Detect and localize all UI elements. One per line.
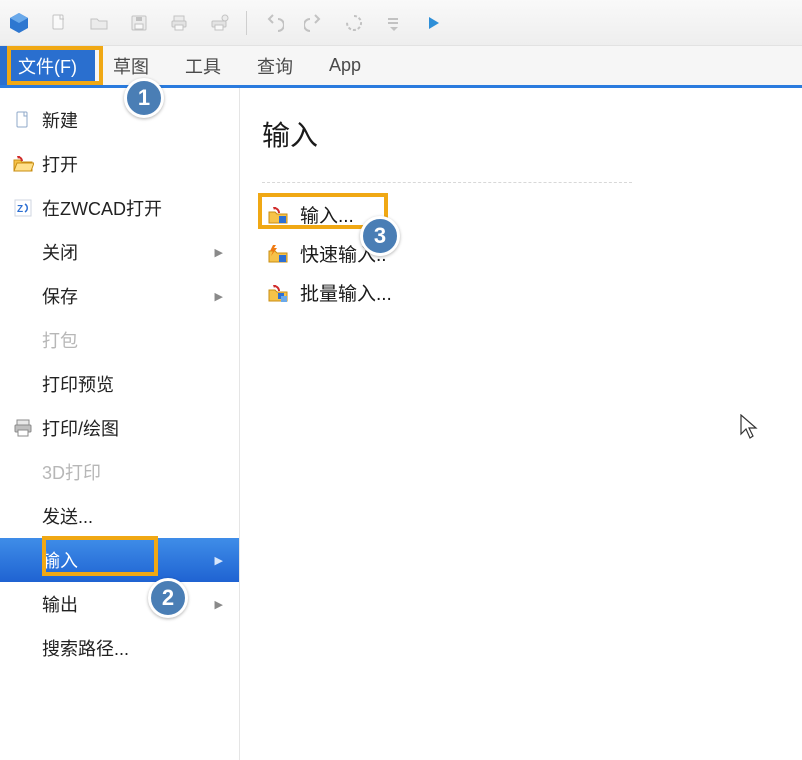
print-icon[interactable] <box>166 10 192 36</box>
main-area: 新建 打开 Z 在ZWCAD打开 关闭 ▶ 保存 ▶ 打包 打印预览 <box>0 88 802 760</box>
menu-sketch-label: 草图 <box>113 53 149 79</box>
annotation-badge: 2 <box>148 578 188 618</box>
sidebar-item-save[interactable]: 保存 ▶ <box>0 274 239 318</box>
print-setup-icon[interactable] <box>206 10 232 36</box>
save-icon[interactable] <box>126 10 152 36</box>
menu-query[interactable]: 查询 <box>239 46 311 85</box>
refresh-icon[interactable] <box>341 10 367 36</box>
import-icon <box>266 203 290 227</box>
submenu-panel: 输入 输入... 快速输入.. 批量输入... 3 <box>240 88 802 760</box>
svg-text:Z: Z <box>17 204 23 215</box>
sidebar-item-new[interactable]: 新建 <box>0 98 239 142</box>
toolbar-separator <box>246 11 247 35</box>
sidebar-item-import[interactable]: 输入 ▶ <box>0 538 239 582</box>
sidebar-item-label: 打包 <box>42 327 78 353</box>
sidebar-item-pack: 打包 <box>0 318 239 362</box>
sidebar-item-search-path[interactable]: 搜索路径... <box>0 626 239 670</box>
redo-icon[interactable] <box>301 10 327 36</box>
menu-file-label: 文件(F) <box>18 53 77 79</box>
badge-number: 2 <box>162 585 174 611</box>
panel-title: 输入 <box>262 114 780 154</box>
sidebar-item-label: 保存 <box>42 283 78 309</box>
sidebar-item-label: 输出 <box>42 591 78 617</box>
menu-tools[interactable]: 工具 <box>167 46 239 85</box>
sidebar-item-export[interactable]: 输出 ▶ <box>0 582 239 626</box>
zwcad-icon: Z <box>12 197 34 219</box>
sidebar-item-3d-print: 3D打印 <box>0 450 239 494</box>
sidebar-item-print-preview[interactable]: 打印预览 <box>0 362 239 406</box>
mouse-cursor-icon <box>740 414 760 440</box>
annotation-badge: 1 <box>124 78 164 118</box>
cmd-import[interactable]: 输入... <box>262 195 780 234</box>
chevron-right-icon: ▶ <box>215 554 223 567</box>
sidebar-item-close[interactable]: 关闭 ▶ <box>0 230 239 274</box>
quick-import-icon <box>266 242 290 266</box>
menu-file[interactable]: 文件(F) <box>0 46 95 85</box>
chevron-right-icon: ▶ <box>215 598 223 611</box>
sidebar-item-label: 搜索路径... <box>42 635 129 661</box>
new-icon[interactable] <box>46 10 72 36</box>
sidebar-item-label: 打开 <box>42 151 78 177</box>
menu-app[interactable]: App <box>311 46 379 85</box>
menu-bar: 文件(F) 草图 工具 查询 App <box>0 46 802 88</box>
sidebar-item-label: 3D打印 <box>42 459 101 485</box>
play-icon[interactable] <box>421 10 447 36</box>
cmd-label: 批量输入... <box>300 279 392 306</box>
cmd-batch-import[interactable]: 批量输入... <box>262 273 780 312</box>
sidebar-item-label: 在ZWCAD打开 <box>42 195 162 221</box>
settings-dropdown-icon[interactable] <box>381 10 407 36</box>
annotation-badge: 3 <box>360 216 400 256</box>
badge-number: 1 <box>138 85 150 111</box>
sidebar-item-label: 发送... <box>42 503 93 529</box>
sidebar-item-open-zwcad[interactable]: Z 在ZWCAD打开 <box>0 186 239 230</box>
open-folder-icon <box>12 153 34 175</box>
file-menu-panel: 新建 打开 Z 在ZWCAD打开 关闭 ▶ 保存 ▶ 打包 打印预览 <box>0 88 240 760</box>
sidebar-item-label: 打印预览 <box>42 371 114 397</box>
printer-icon <box>12 417 34 439</box>
menu-sketch[interactable]: 草图 <box>95 46 167 85</box>
badge-number: 3 <box>374 223 386 249</box>
quick-access-toolbar <box>0 0 802 46</box>
menu-app-label: App <box>329 55 361 76</box>
batch-import-icon <box>266 281 290 305</box>
sidebar-item-label: 打印/绘图 <box>42 415 119 441</box>
sidebar-item-open[interactable]: 打开 <box>0 142 239 186</box>
sidebar-item-send[interactable]: 发送... <box>0 494 239 538</box>
chevron-right-icon: ▶ <box>215 290 223 303</box>
menu-tools-label: 工具 <box>185 53 221 79</box>
new-file-icon <box>12 109 34 131</box>
open-icon[interactable] <box>86 10 112 36</box>
app-logo-icon[interactable] <box>6 10 32 36</box>
cmd-quick-import[interactable]: 快速输入.. <box>262 234 780 273</box>
chevron-right-icon: ▶ <box>215 246 223 259</box>
menu-query-label: 查询 <box>257 53 293 79</box>
undo-icon[interactable] <box>261 10 287 36</box>
sidebar-item-label: 关闭 <box>42 239 78 265</box>
sidebar-item-label: 新建 <box>42 107 78 133</box>
sidebar-item-label: 输入 <box>42 547 78 573</box>
cmd-label: 输入... <box>300 201 354 228</box>
sidebar-item-print-plot[interactable]: 打印/绘图 <box>0 406 239 450</box>
panel-separator <box>262 182 632 183</box>
